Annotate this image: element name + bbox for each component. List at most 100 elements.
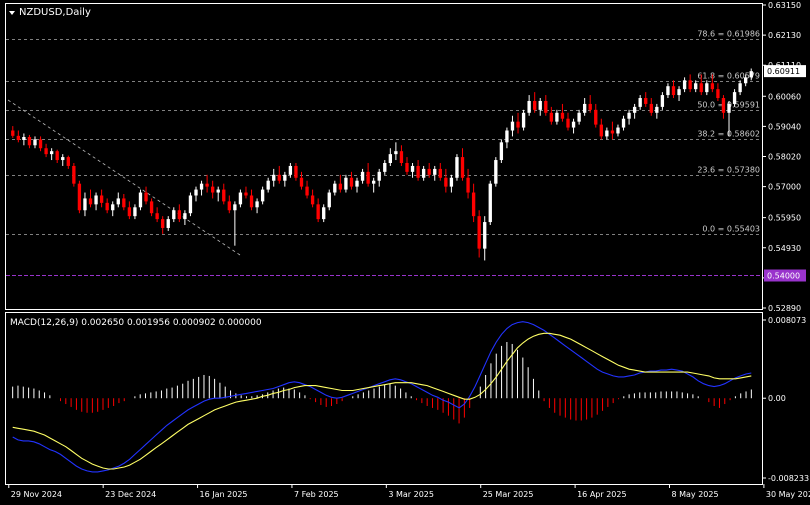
candle-body	[677, 89, 681, 96]
candle-body	[699, 83, 703, 93]
candle-body	[372, 180, 376, 184]
candle-body	[122, 198, 126, 208]
price-axis-label: 0.59040	[768, 122, 801, 131]
candle-body	[671, 86, 676, 96]
candle-body	[621, 118, 626, 128]
candle-body	[272, 174, 276, 181]
candle-body	[294, 165, 298, 178]
candle-body	[177, 210, 182, 220]
candle-body	[605, 130, 609, 137]
fib-level-label: 0.0 = 0.55403	[702, 225, 760, 234]
candle-body	[505, 130, 509, 143]
candle-body	[421, 168, 426, 178]
macd-axis-label: 0.008073	[768, 316, 806, 325]
candle-body	[66, 157, 70, 166]
candle-body	[655, 106, 659, 113]
candle-body	[188, 195, 193, 214]
candle-body	[527, 100, 531, 113]
candle-body	[405, 162, 409, 172]
candle-body	[249, 195, 254, 208]
candle-body	[394, 151, 398, 155]
price-axis-label: 0.54930	[768, 244, 801, 253]
candle-body	[499, 142, 504, 161]
fib-level-label: 23.6 = 0.57380	[697, 166, 760, 175]
candle-body	[310, 195, 315, 205]
candle-body	[544, 100, 548, 113]
candle-body	[316, 204, 320, 220]
price-axis-label: 0.60060	[768, 92, 801, 101]
candle-body	[560, 112, 565, 119]
macd-axis-label: 0.00	[768, 394, 786, 403]
candle-body	[338, 183, 343, 190]
candle-body	[710, 83, 715, 90]
candle-body	[210, 186, 215, 193]
candle-body	[577, 112, 581, 122]
candle-body	[399, 151, 404, 163]
candle-body	[305, 186, 309, 196]
candle-body	[716, 89, 720, 99]
candle-body	[594, 109, 598, 125]
candle-body	[433, 168, 437, 175]
macd-label: MACD(12,26,9) 0.002650 0.001956 0.000902…	[10, 318, 262, 328]
price-axis-label: 0.52890	[768, 304, 801, 313]
candle-body	[205, 183, 209, 187]
macd-axis-label: -0.008233	[768, 474, 809, 483]
candle-body	[360, 171, 365, 181]
candle-body	[494, 160, 498, 184]
candle-body	[77, 183, 82, 211]
candle-body	[288, 165, 293, 175]
candle-body	[366, 171, 370, 184]
candle-body	[72, 165, 76, 184]
candle-body	[483, 222, 487, 249]
candle-body	[471, 192, 476, 217]
candle-body	[588, 103, 592, 110]
candle-body	[222, 189, 226, 202]
candle-body	[538, 100, 542, 110]
price-axis-label: 0.58020	[768, 153, 801, 162]
candle-body	[299, 177, 304, 187]
candle-body	[172, 210, 176, 220]
candle-body	[644, 98, 648, 104]
candle-body	[194, 189, 198, 196]
candle-body	[327, 192, 331, 208]
candle-body	[744, 77, 748, 84]
candle-body	[738, 83, 742, 93]
candle-body	[682, 80, 687, 90]
candle-body	[33, 139, 37, 146]
x-axis-label: 29 Nov 2024	[11, 490, 62, 499]
candle-body	[255, 201, 259, 208]
x-axis-label: 8 May 2025	[671, 490, 718, 499]
candle-body	[88, 198, 93, 205]
candle-body	[144, 192, 148, 202]
candle-body	[427, 168, 431, 175]
candle-body	[127, 207, 132, 217]
x-axis-label: 16 Jan 2025	[200, 490, 248, 499]
candle-body	[449, 177, 454, 187]
candle-body	[660, 95, 665, 107]
candle-body	[727, 103, 731, 113]
candle-body	[599, 124, 603, 137]
candle-body	[455, 157, 459, 178]
candle-body	[688, 80, 692, 90]
candle-body	[416, 165, 420, 178]
current-price-label: 0.60911	[767, 67, 800, 76]
candle-body	[227, 201, 231, 211]
candle-body	[260, 189, 265, 202]
candle-body	[322, 207, 326, 220]
candle-body	[749, 71, 753, 78]
candle-body	[388, 154, 392, 163]
candle-body	[55, 151, 59, 161]
candle-body	[571, 121, 576, 128]
candle-body	[199, 183, 204, 190]
candle-body	[11, 130, 15, 136]
chart-frame: 78.6 = 0.6198661.8 = 0.6057950.0 = 0.595…	[0, 0, 810, 505]
candle-body	[438, 168, 442, 178]
candle-body	[516, 121, 520, 128]
candle-body	[410, 165, 415, 172]
candle-body	[549, 112, 554, 122]
candle-body	[138, 192, 143, 208]
candle-body	[627, 112, 631, 119]
candle-body	[277, 174, 281, 181]
candle-body	[616, 127, 620, 134]
x-axis-label: 7 Feb 2025	[294, 490, 339, 499]
